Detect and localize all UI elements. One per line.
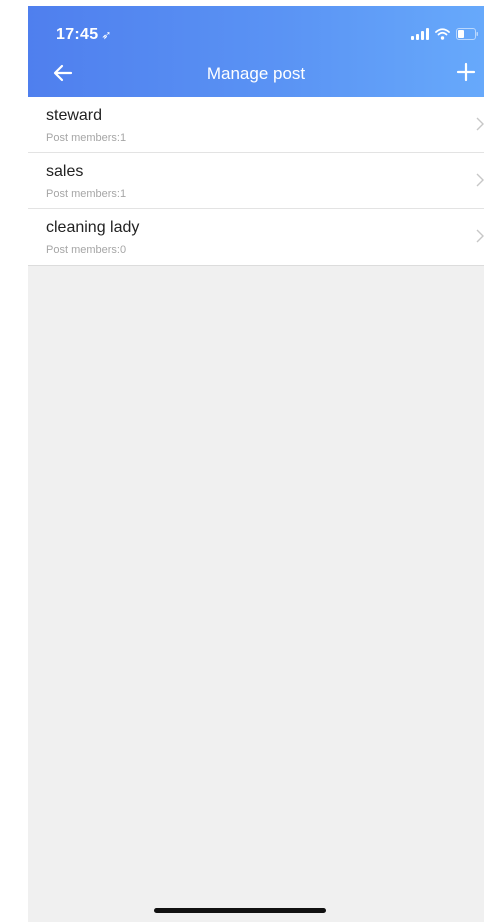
header-bar: 17:45 ➶ Manage post — [28, 6, 484, 97]
status-bar-time: 17:45 ➶ — [56, 26, 112, 44]
chevron-right-icon — [476, 117, 484, 131]
page-title: Manage post — [206, 64, 306, 83]
plus-icon — [456, 62, 476, 82]
post-item-sales[interactable]: sales Post members:1 — [28, 153, 484, 209]
add-post-button[interactable] — [452, 58, 480, 86]
post-list: steward Post members:1 sales Post member… — [28, 97, 484, 266]
status-time-text: 17:45 — [56, 26, 99, 43]
chevron-right-icon — [476, 229, 484, 243]
post-member-count: Post members:0 — [46, 244, 127, 256]
battery-icon — [456, 28, 478, 40]
post-name: steward — [46, 107, 103, 124]
signal-icon — [411, 28, 429, 40]
post-item-cleaning-lady[interactable]: cleaning lady Post members:0 — [28, 209, 484, 266]
app-screen: 17:45 ➶ Manage post steward Post members… — [28, 6, 484, 922]
status-bar-icons — [411, 26, 478, 40]
post-item-steward[interactable]: steward Post members:1 — [28, 97, 484, 153]
wifi-icon — [435, 28, 450, 40]
location-arrow-icon: ➶ — [101, 28, 112, 42]
home-indicator[interactable] — [154, 908, 326, 913]
post-member-count: Post members:1 — [46, 188, 127, 200]
post-name: cleaning lady — [46, 219, 140, 236]
post-member-count: Post members:1 — [46, 132, 127, 144]
chevron-right-icon — [476, 173, 484, 187]
post-name: sales — [46, 163, 84, 180]
